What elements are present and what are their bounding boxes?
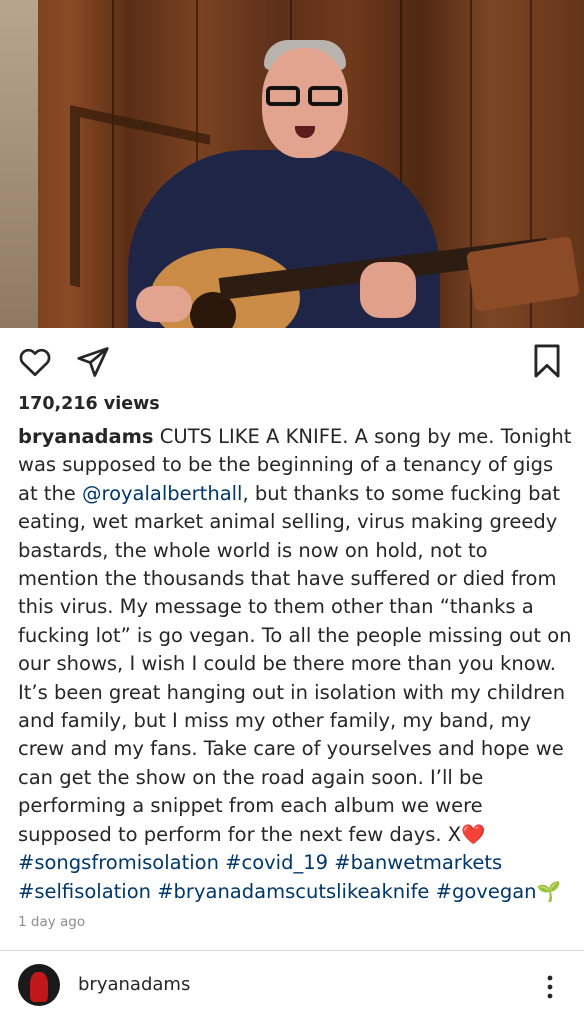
hashtag-link[interactable]: #bryanadamscutslikeaknife — [157, 880, 429, 903]
hashtag-link[interactable]: #covid_19 — [225, 851, 328, 874]
post-timestamp: 1 day ago — [18, 914, 86, 930]
hashtag-link[interactable]: #songsfromisolation — [18, 851, 219, 874]
performer-hand — [136, 286, 192, 322]
bookmark-icon[interactable] — [528, 342, 566, 380]
view-count[interactable]: 170,216 views — [18, 394, 160, 414]
caption-username[interactable]: bryanadams — [18, 425, 154, 448]
more-icon[interactable] — [540, 972, 560, 1002]
divider — [0, 950, 584, 951]
window-light — [0, 0, 38, 328]
hashtag-link[interactable]: #selfisolation — [18, 880, 151, 903]
send-icon[interactable] — [74, 344, 112, 380]
seedling-emoji: 🌱 — [536, 879, 561, 903]
performer-hand — [360, 262, 416, 318]
author-row: bryanadams — [0, 964, 584, 1012]
performer-glasses — [264, 86, 344, 108]
hashtag-link[interactable]: #banwetmarkets — [334, 851, 502, 874]
author-username[interactable]: bryanadams — [78, 974, 190, 995]
avatar[interactable] — [18, 964, 60, 1006]
post-video[interactable] — [0, 0, 584, 328]
post-caption: bryanadams CUTS LIKE A KNIFE. A song by … — [18, 423, 574, 906]
caption-text: , but thanks to some fucking bat eating,… — [18, 481, 572, 846]
heart-icon[interactable] — [16, 344, 54, 380]
mention-link[interactable]: @royalalberthall — [82, 482, 242, 505]
action-bar — [0, 328, 584, 394]
hashtag-link[interactable]: #govegan — [436, 880, 537, 903]
